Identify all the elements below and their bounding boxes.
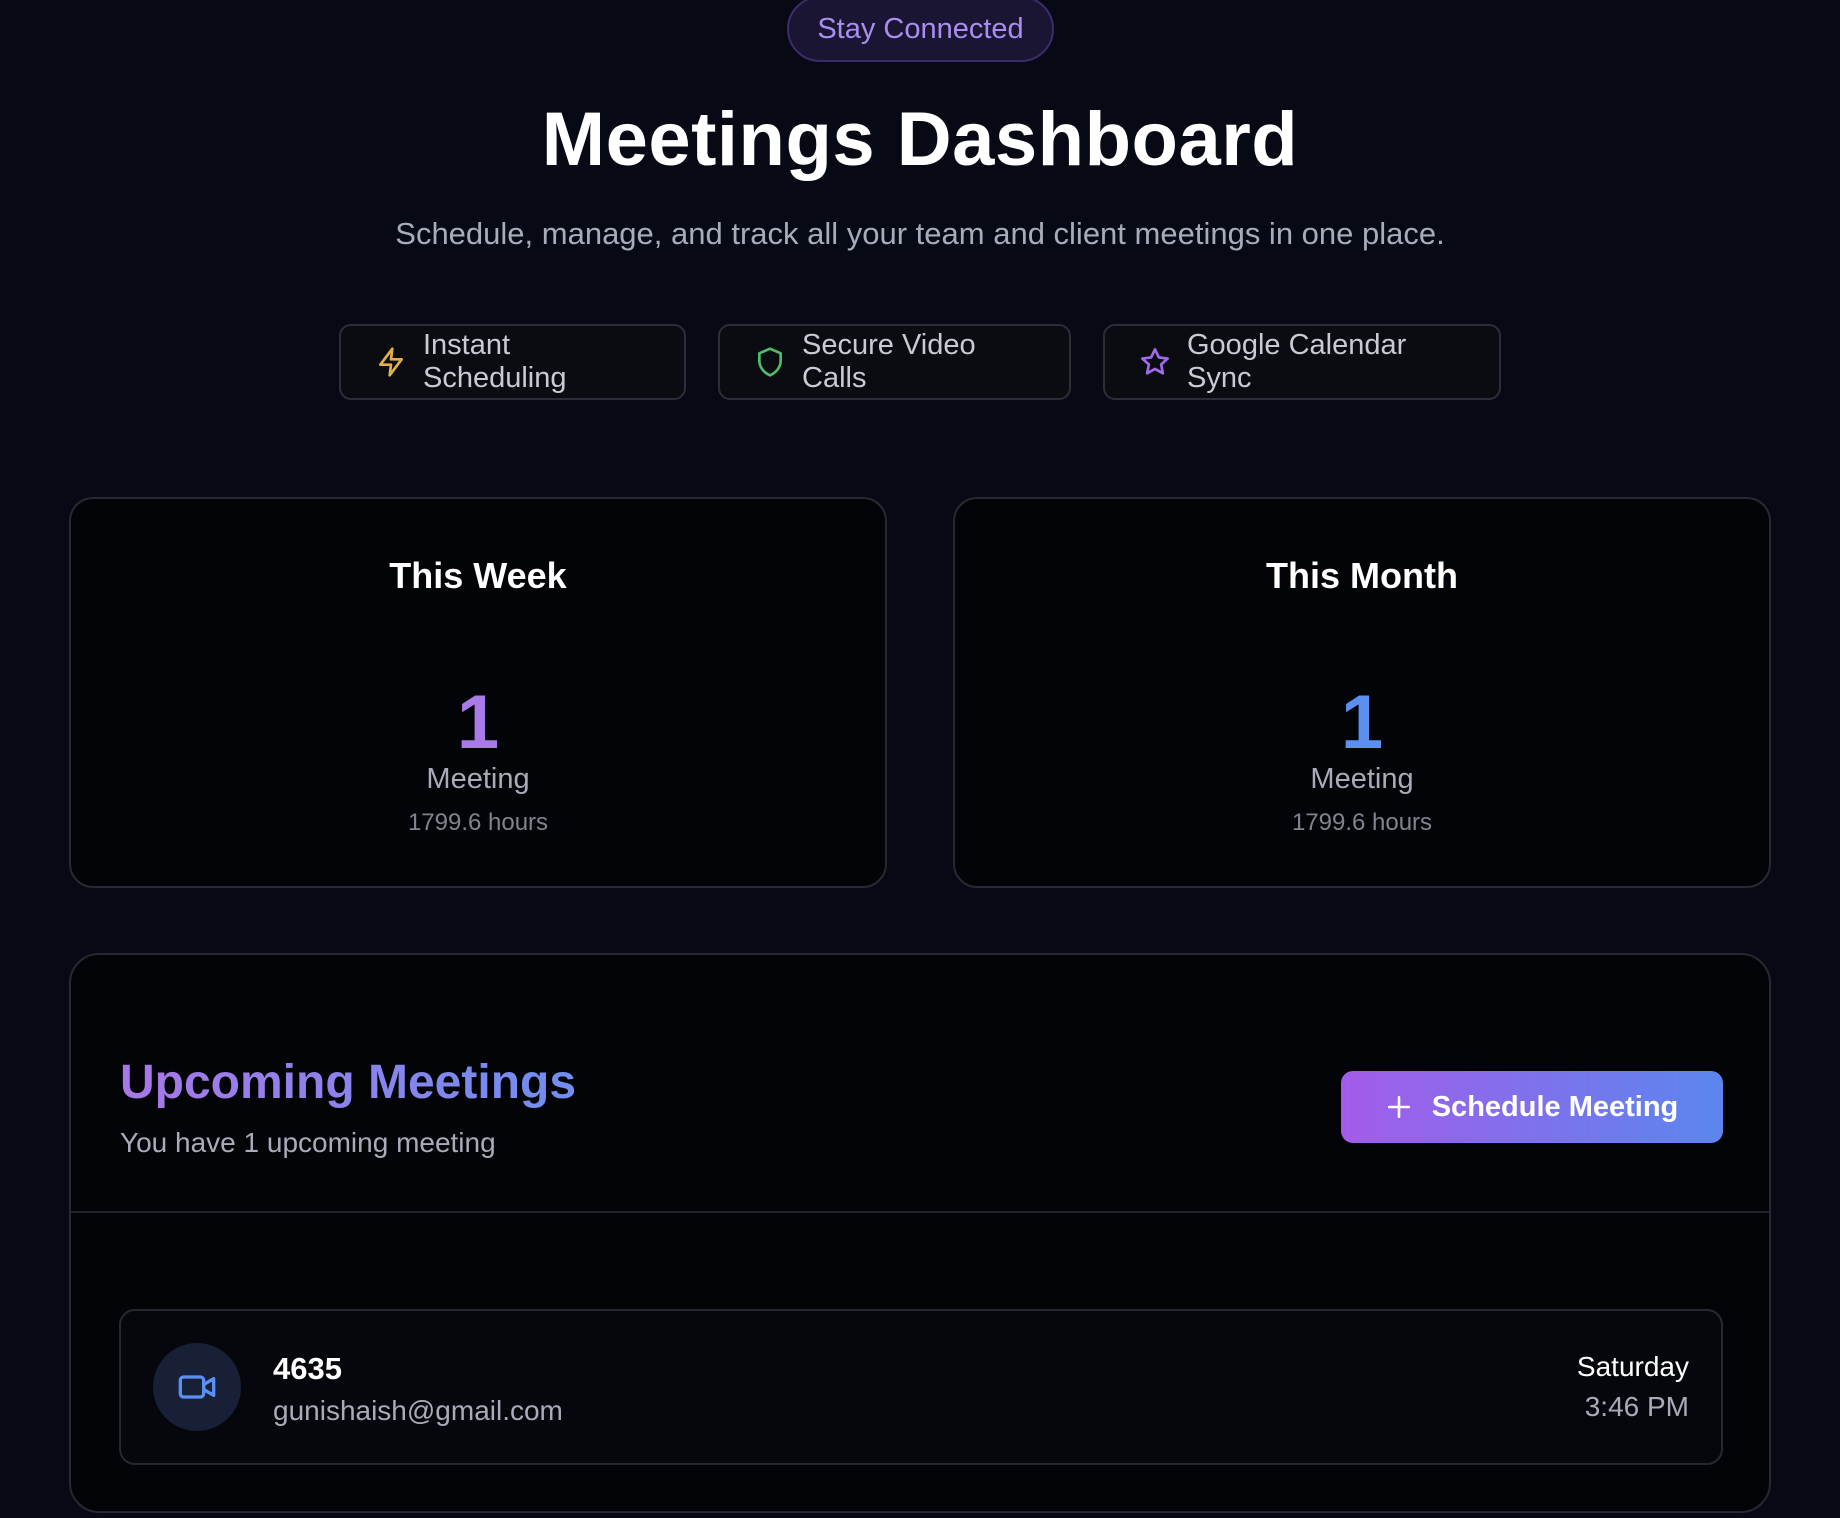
card-value: 1 bbox=[456, 680, 500, 765]
meeting-list-item[interactable]: 4635 gunishaish@gmail.com Saturday 3:46 … bbox=[119, 1309, 1723, 1465]
divider bbox=[71, 1211, 1769, 1213]
meeting-email: gunishaish@gmail.com bbox=[273, 1395, 563, 1426]
video-camera-icon bbox=[178, 1375, 216, 1399]
feature-label: Instant Scheduling bbox=[423, 329, 567, 394]
stay-connected-badge: Stay Connected bbox=[787, 0, 1054, 62]
card-label: Meeting bbox=[426, 763, 530, 795]
shield-icon bbox=[758, 347, 782, 377]
plus-icon bbox=[1387, 1095, 1410, 1119]
lightning-icon bbox=[379, 347, 403, 377]
feature-instant-scheduling: Instant Scheduling bbox=[339, 324, 686, 400]
meeting-day: Saturday bbox=[1576, 1351, 1689, 1382]
page-title: Meetings Dashboard bbox=[541, 97, 1299, 182]
upcoming-meetings-count: You have 1 upcoming meeting bbox=[120, 1127, 496, 1158]
schedule-meeting-button[interactable]: Schedule Meeting bbox=[1341, 1071, 1723, 1143]
schedule-meeting-label: Schedule Meeting bbox=[1431, 1090, 1679, 1123]
card-value: 1 bbox=[1340, 680, 1384, 765]
card-hours: 1799.6 hours bbox=[1291, 809, 1433, 836]
feature-secure-video-calls: Secure Video Calls bbox=[718, 324, 1071, 400]
card-label: Meeting bbox=[1310, 763, 1414, 795]
meeting-avatar bbox=[153, 1343, 241, 1431]
feature-label: Google Calendar Sync bbox=[1187, 329, 1407, 394]
card-title: This Month bbox=[1266, 555, 1458, 596]
star-icon bbox=[1141, 348, 1169, 375]
page-subtitle: Schedule, manage, and track all your tea… bbox=[395, 216, 1445, 251]
upcoming-meetings-title: Upcoming Meetings bbox=[120, 1056, 577, 1109]
feature-label: Secure Video Calls bbox=[802, 329, 976, 394]
meetings-dashboard-page: Stay Connected Meetings Dashboard Schedu… bbox=[0, 0, 1840, 1518]
card-title: This Week bbox=[389, 555, 567, 596]
this-week-card: This Week 1 Meeting 1799.6 hours bbox=[69, 497, 887, 888]
upcoming-meetings-panel: Upcoming Meetings You have 1 upcoming me… bbox=[69, 953, 1771, 1513]
meeting-time: 3:46 PM bbox=[1584, 1391, 1689, 1422]
meeting-title: 4635 bbox=[273, 1351, 342, 1386]
card-hours: 1799.6 hours bbox=[407, 809, 549, 836]
feature-google-calendar-sync: Google Calendar Sync bbox=[1103, 324, 1501, 400]
this-month-card: This Month 1 Meeting 1799.6 hours bbox=[953, 497, 1771, 888]
